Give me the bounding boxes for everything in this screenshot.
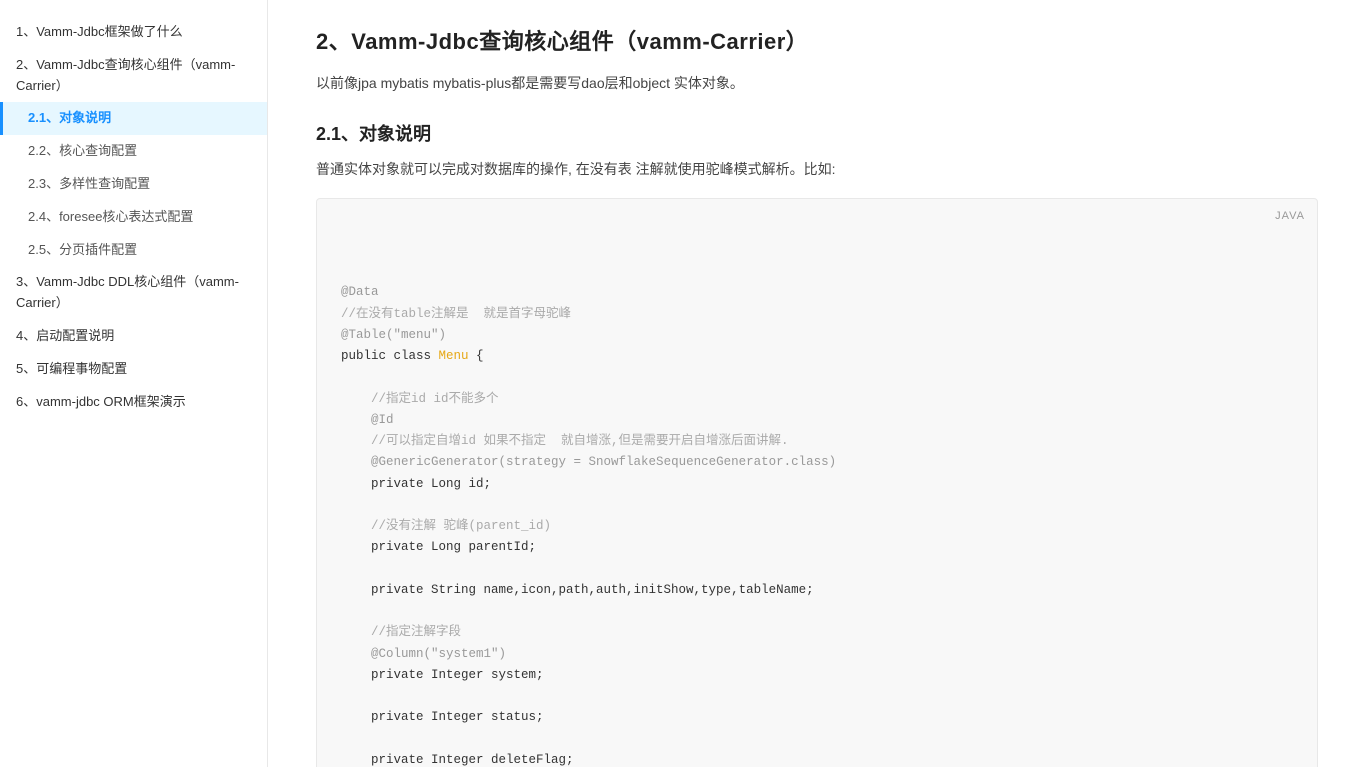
code-line: //指定id id不能多个: [341, 389, 1293, 410]
code-line: private Integer status;: [341, 707, 1293, 728]
code-block: JAVA @Data//在没有table注解是 就是首字母驼峰@Table("m…: [316, 198, 1318, 767]
code-content: @Data//在没有table注解是 就是首字母驼峰@Table("menu")…: [341, 282, 1293, 767]
code-line: @Id: [341, 410, 1293, 431]
code-line: private Long id;: [341, 474, 1293, 495]
code-line: //没有注解 驼峰(parent_id): [341, 516, 1293, 537]
code-line: @Data: [341, 282, 1293, 303]
code-line: //可以指定自增id 如果不指定 就自增涨,但是需要开启自增涨后面讲解.: [341, 431, 1293, 452]
code-line: [341, 686, 1293, 707]
section-title: 2.1、对象说明: [316, 120, 1318, 146]
code-lang-tag: JAVA: [1275, 207, 1305, 226]
intro-text: 以前像jpa mybatis mybatis-plus都是需要写dao层和obj…: [316, 72, 1318, 96]
page-title: 2、Vamm-Jdbc查询核心组件（vamm-Carrier）: [316, 24, 1318, 56]
code-line: private String name,icon,path,auth,initS…: [341, 580, 1293, 601]
code-line: @Table("menu"): [341, 325, 1293, 346]
sidebar-item-s2-4[interactable]: 2.4、foresee核心表达式配置: [0, 201, 267, 234]
sidebar-item-s5[interactable]: 5、可编程事物配置: [0, 353, 267, 386]
code-line: [341, 559, 1293, 580]
code-line: //指定注解字段: [341, 622, 1293, 643]
code-line: @GenericGenerator(strategy = SnowflakeSe…: [341, 452, 1293, 473]
code-line: private Integer deleteFlag;: [341, 750, 1293, 767]
code-line: //在没有table注解是 就是首字母驼峰: [341, 304, 1293, 325]
section-desc: 普通实体对象就可以完成对数据库的操作, 在没有表 注解就使用驼峰模式解析。比如:: [316, 158, 1318, 182]
sidebar-item-s2-5[interactable]: 2.5、分页插件配置: [0, 234, 267, 267]
sidebar-item-s2[interactable]: 2、Vamm-Jdbc查询核心组件（vamm-Carrier）: [0, 49, 267, 103]
sidebar-item-s6[interactable]: 6、vamm-jdbc ORM框架演示: [0, 386, 267, 419]
code-line: [341, 729, 1293, 750]
sidebar: 1、Vamm-Jdbc框架做了什么2、Vamm-Jdbc查询核心组件（vamm-…: [0, 0, 268, 767]
code-line: private Integer system;: [341, 665, 1293, 686]
code-line: [341, 601, 1293, 622]
sidebar-item-s3[interactable]: 3、Vamm-Jdbc DDL核心组件（vamm-Carrier）: [0, 266, 267, 320]
code-line: private Long parentId;: [341, 537, 1293, 558]
code-line: public class Menu {: [341, 346, 1293, 367]
main-content: 2、Vamm-Jdbc查询核心组件（vamm-Carrier） 以前像jpa m…: [268, 0, 1366, 767]
sidebar-item-s1[interactable]: 1、Vamm-Jdbc框架做了什么: [0, 16, 267, 49]
code-line: @Column("system1"): [341, 644, 1293, 665]
sidebar-item-s2-3[interactable]: 2.3、多样性查询配置: [0, 168, 267, 201]
sidebar-item-s4[interactable]: 4、启动配置说明: [0, 320, 267, 353]
code-line: [341, 367, 1293, 388]
sidebar-item-s2-1[interactable]: 2.1、对象说明: [0, 102, 267, 135]
code-line: [341, 495, 1293, 516]
sidebar-item-s2-2[interactable]: 2.2、核心查询配置: [0, 135, 267, 168]
